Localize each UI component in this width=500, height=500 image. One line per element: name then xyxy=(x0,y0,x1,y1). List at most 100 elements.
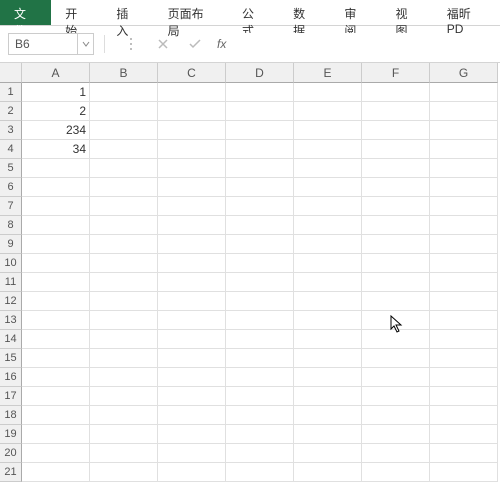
menu-data[interactable]: 数据 xyxy=(279,0,330,25)
column-header-G[interactable]: G xyxy=(430,63,498,83)
column-header-A[interactable]: A xyxy=(22,63,90,83)
cell-F20[interactable] xyxy=(362,444,430,463)
cell-B12[interactable] xyxy=(90,292,158,311)
cell-G9[interactable] xyxy=(430,235,498,254)
cell-E5[interactable] xyxy=(294,159,362,178)
cell-C19[interactable] xyxy=(158,425,226,444)
cell-E14[interactable] xyxy=(294,330,362,349)
cell-C15[interactable] xyxy=(158,349,226,368)
cell-A11[interactable] xyxy=(22,273,90,292)
cell-E18[interactable] xyxy=(294,406,362,425)
cell-F17[interactable] xyxy=(362,387,430,406)
cell-F4[interactable] xyxy=(362,140,430,159)
cell-G1[interactable] xyxy=(430,83,498,102)
row-header-10[interactable]: 10 xyxy=(0,254,22,273)
column-header-D[interactable]: D xyxy=(226,63,294,83)
cell-E8[interactable] xyxy=(294,216,362,235)
cell-A6[interactable] xyxy=(22,178,90,197)
row-header-12[interactable]: 12 xyxy=(0,292,22,311)
cell-F6[interactable] xyxy=(362,178,430,197)
cell-A3[interactable]: 234 xyxy=(22,121,90,140)
cell-D10[interactable] xyxy=(226,254,294,273)
cell-G6[interactable] xyxy=(430,178,498,197)
cell-A7[interactable] xyxy=(22,197,90,216)
dots-icon[interactable] xyxy=(121,34,141,54)
cell-D2[interactable] xyxy=(226,102,294,121)
cell-B15[interactable] xyxy=(90,349,158,368)
cell-B9[interactable] xyxy=(90,235,158,254)
cell-A16[interactable] xyxy=(22,368,90,387)
name-box-dropdown[interactable] xyxy=(78,33,94,55)
cell-G17[interactable] xyxy=(430,387,498,406)
cell-C17[interactable] xyxy=(158,387,226,406)
cell-A10[interactable] xyxy=(22,254,90,273)
cell-G3[interactable] xyxy=(430,121,498,140)
cell-C9[interactable] xyxy=(158,235,226,254)
cell-F15[interactable] xyxy=(362,349,430,368)
menu-insert[interactable]: 插入 xyxy=(102,0,153,25)
cell-A2[interactable]: 2 xyxy=(22,102,90,121)
cell-C12[interactable] xyxy=(158,292,226,311)
cell-F19[interactable] xyxy=(362,425,430,444)
cell-F5[interactable] xyxy=(362,159,430,178)
cell-B21[interactable] xyxy=(90,463,158,482)
menu-formula[interactable]: 公式 xyxy=(228,0,279,25)
cell-F11[interactable] xyxy=(362,273,430,292)
cell-C18[interactable] xyxy=(158,406,226,425)
cell-B14[interactable] xyxy=(90,330,158,349)
cell-D13[interactable] xyxy=(226,311,294,330)
row-header-5[interactable]: 5 xyxy=(0,159,22,178)
cell-A14[interactable] xyxy=(22,330,90,349)
cell-A21[interactable] xyxy=(22,463,90,482)
cell-B1[interactable] xyxy=(90,83,158,102)
menu-view[interactable]: 视图 xyxy=(382,0,433,25)
menu-foxit[interactable]: 福昕PD xyxy=(433,0,500,25)
cell-E21[interactable] xyxy=(294,463,362,482)
cell-G18[interactable] xyxy=(430,406,498,425)
cell-D6[interactable] xyxy=(226,178,294,197)
row-header-1[interactable]: 1 xyxy=(0,83,22,102)
row-header-14[interactable]: 14 xyxy=(0,330,22,349)
cell-F16[interactable] xyxy=(362,368,430,387)
cell-E19[interactable] xyxy=(294,425,362,444)
cell-G8[interactable] xyxy=(430,216,498,235)
cell-D3[interactable] xyxy=(226,121,294,140)
cell-D11[interactable] xyxy=(226,273,294,292)
row-header-21[interactable]: 21 xyxy=(0,463,22,482)
cell-A20[interactable] xyxy=(22,444,90,463)
cell-E12[interactable] xyxy=(294,292,362,311)
cell-B4[interactable] xyxy=(90,140,158,159)
cell-D12[interactable] xyxy=(226,292,294,311)
cell-F18[interactable] xyxy=(362,406,430,425)
cell-A4[interactable]: 34 xyxy=(22,140,90,159)
cell-E1[interactable] xyxy=(294,83,362,102)
cell-B8[interactable] xyxy=(90,216,158,235)
cell-G10[interactable] xyxy=(430,254,498,273)
cell-B20[interactable] xyxy=(90,444,158,463)
cell-A15[interactable] xyxy=(22,349,90,368)
cell-A1[interactable]: 1 xyxy=(22,83,90,102)
cell-F10[interactable] xyxy=(362,254,430,273)
cell-A5[interactable] xyxy=(22,159,90,178)
row-header-11[interactable]: 11 xyxy=(0,273,22,292)
cell-C10[interactable] xyxy=(158,254,226,273)
row-header-16[interactable]: 16 xyxy=(0,368,22,387)
cell-D16[interactable] xyxy=(226,368,294,387)
cell-E13[interactable] xyxy=(294,311,362,330)
cell-C16[interactable] xyxy=(158,368,226,387)
cell-C1[interactable] xyxy=(158,83,226,102)
cell-D15[interactable] xyxy=(226,349,294,368)
cell-E6[interactable] xyxy=(294,178,362,197)
cell-F8[interactable] xyxy=(362,216,430,235)
cell-D19[interactable] xyxy=(226,425,294,444)
row-header-4[interactable]: 4 xyxy=(0,140,22,159)
cell-A13[interactable] xyxy=(22,311,90,330)
cell-C13[interactable] xyxy=(158,311,226,330)
row-header-8[interactable]: 8 xyxy=(0,216,22,235)
cell-C2[interactable] xyxy=(158,102,226,121)
cell-F14[interactable] xyxy=(362,330,430,349)
cell-G12[interactable] xyxy=(430,292,498,311)
formula-input[interactable] xyxy=(234,33,492,55)
cell-G11[interactable] xyxy=(430,273,498,292)
cell-D4[interactable] xyxy=(226,140,294,159)
